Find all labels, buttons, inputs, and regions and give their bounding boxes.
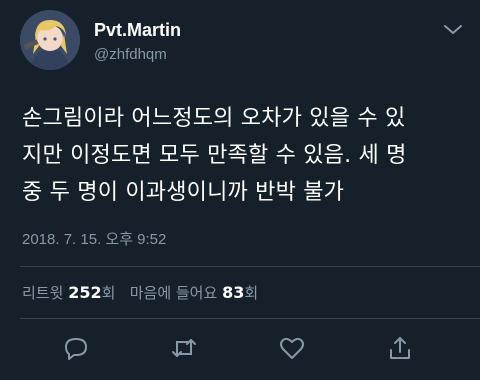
- tweet-text: 손그림이라 어느정도의 오차가 있을 수 있 지만 이정도면 모두 만족할 수 …: [22, 100, 462, 211]
- avatar[interactable]: [20, 10, 80, 70]
- display-name[interactable]: Pvt.Martin: [94, 20, 181, 41]
- retweets-count[interactable]: 252: [68, 283, 101, 302]
- retweet-icon[interactable]: [170, 334, 202, 366]
- tweet-timestamp[interactable]: 2018. 7. 15. 오후 9:52: [22, 228, 166, 249]
- share-icon[interactable]: [386, 334, 418, 366]
- user-handle[interactable]: @zhfdhqm: [94, 46, 167, 63]
- tweet-text-line: 손그림이라 어느정도의 오차가 있을 수 있: [22, 106, 406, 131]
- divider: [20, 266, 480, 267]
- likes-unit: 회: [244, 284, 259, 302]
- engagement-stats: 리트윗 252회 마음에 들어요 83회: [22, 282, 258, 303]
- tweet-text-line: 중 두 명이 이과생이니까 반박 불가: [22, 180, 345, 205]
- retweets-unit: 회: [101, 284, 116, 302]
- likes-label: 마음에 들어요: [129, 284, 218, 302]
- likes-count[interactable]: 83: [222, 283, 244, 302]
- divider: [20, 318, 480, 319]
- action-bar: [0, 330, 480, 370]
- heart-icon[interactable]: [278, 334, 310, 366]
- tweet-text-line: 지만 이정도면 모두 만족할 수 있음. 세 명: [22, 143, 407, 168]
- chevron-down-icon[interactable]: [442, 22, 464, 38]
- reply-icon[interactable]: [62, 334, 94, 366]
- retweets-label: 리트윗: [22, 284, 64, 302]
